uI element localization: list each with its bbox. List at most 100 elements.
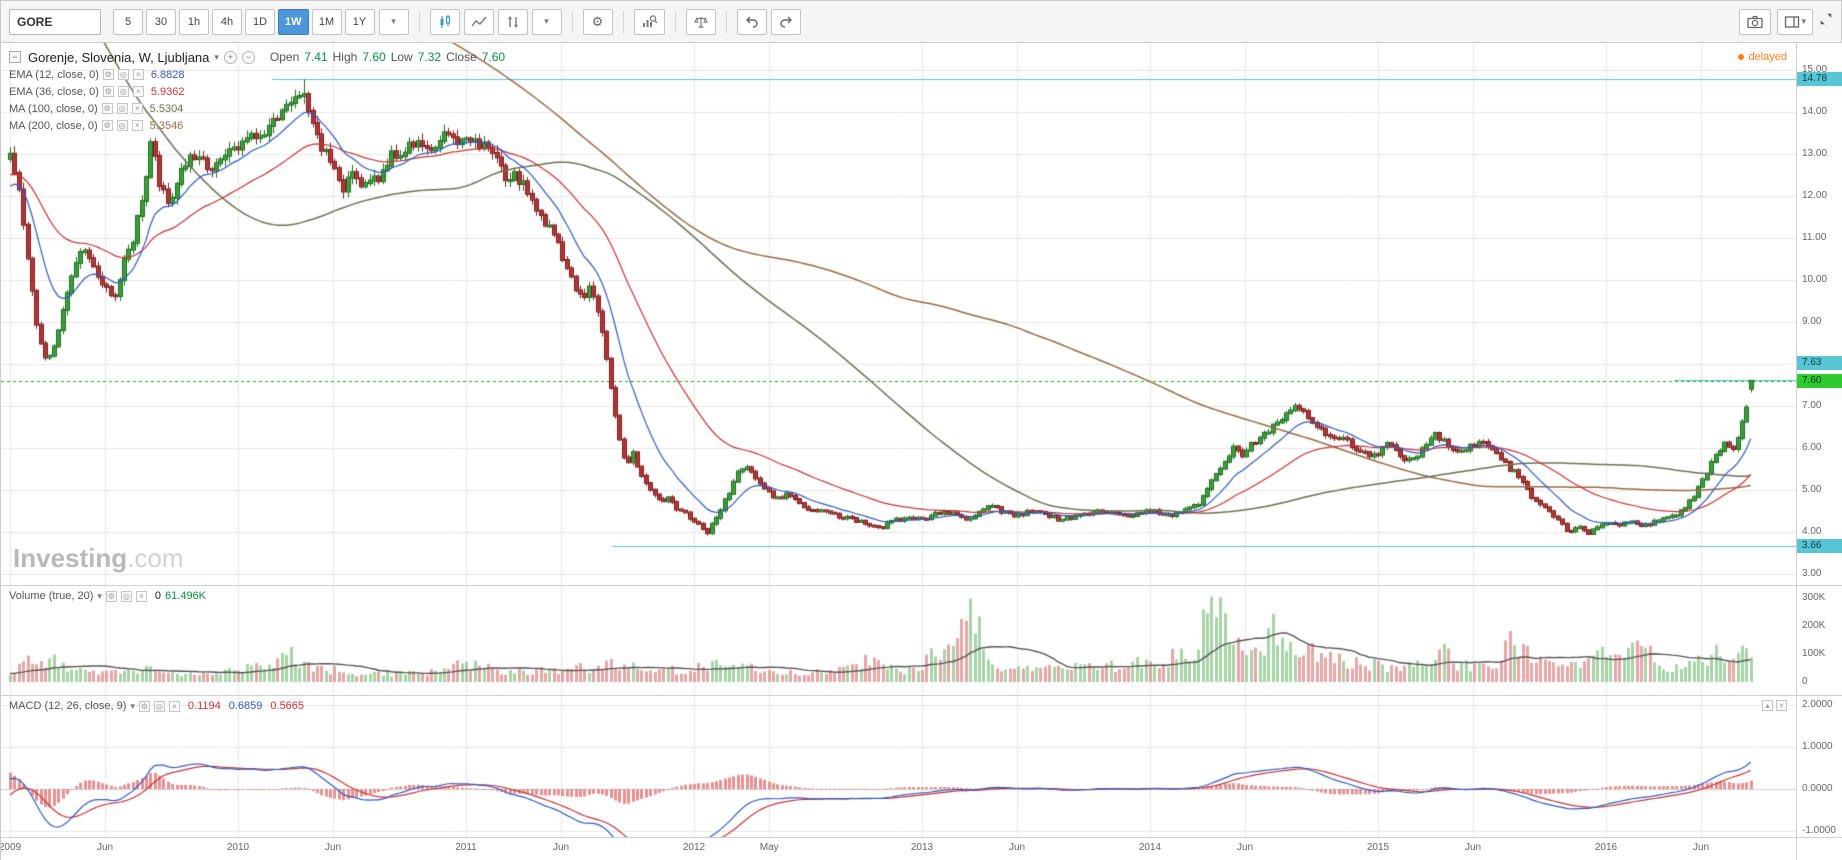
chevron-down-icon: ▾: [1801, 16, 1806, 26]
time-tick: Jun: [553, 842, 570, 853]
indicator-row: EMA (36, close, 0) ⚙ ◎ × 5.9362: [9, 83, 505, 100]
interval-button-1h[interactable]: 1h: [179, 8, 209, 35]
indicator-delete-icon[interactable]: ×: [135, 590, 147, 602]
indicator-label: EMA (12, close, 0): [9, 68, 99, 81]
pane-move-up-icon[interactable]: ▴: [1762, 700, 1773, 711]
ohlc-readout: Open 7.41 High 7.60 Low 7.32 Close 7.60: [270, 50, 505, 64]
interval-button-4h[interactable]: 4h: [212, 8, 242, 35]
settings-button[interactable]: ⚙: [582, 8, 613, 35]
macd-chart-canvas[interactable]: [1, 695, 1796, 837]
interval-button-30[interactable]: 30: [146, 8, 176, 35]
candlestick-chart-button[interactable]: [429, 8, 460, 35]
indicator-delete-icon[interactable]: ×: [131, 120, 143, 131]
indicator-value: 5.9362: [150, 85, 185, 98]
chart-style-dropdown-button[interactable]: ▾: [531, 8, 562, 35]
low-value: 7.32: [417, 50, 442, 64]
price-tick: 5.00: [1802, 484, 1822, 495]
pane-divider[interactable]: [1, 695, 1842, 696]
interval-button-1d[interactable]: 1D: [245, 8, 275, 35]
chart-title-row: − Gorenje, Slovenia, W, Ljubljana ▾ + − …: [9, 48, 505, 66]
indicator-settings-icon[interactable]: ⚙: [138, 700, 150, 712]
indicator-visibility-icon[interactable]: ◎: [117, 86, 129, 97]
time-tick: 2010: [226, 842, 250, 853]
macd-signal-value: 0.5665: [270, 700, 305, 712]
interval-button-1w[interactable]: 1W: [278, 8, 309, 35]
indicator-settings-icon[interactable]: ⚙: [101, 120, 113, 131]
bar-scale-button[interactable]: [497, 8, 528, 35]
bars-arrows-icon: [507, 15, 518, 28]
chevron-down-icon: ▾: [391, 16, 396, 26]
indicator-visibility-icon[interactable]: ◎: [120, 590, 132, 602]
collapse-chart-icon[interactable]: −: [9, 51, 21, 63]
indicator-row: MA (100, close, 0) ⚙ ◎ × 5.5304: [9, 100, 505, 117]
indicator-delete-icon[interactable]: ×: [168, 700, 180, 712]
indicator-settings-icon[interactable]: ⚙: [102, 86, 114, 97]
compare-button[interactable]: [685, 8, 716, 35]
indicator-visibility-icon[interactable]: ◎: [116, 120, 128, 131]
zoom-out-icon[interactable]: −: [241, 50, 255, 64]
indicator-delete-icon[interactable]: ×: [131, 103, 143, 114]
indicators-button[interactable]: [633, 8, 665, 35]
toolbar-separator: [622, 10, 624, 33]
indicator-visibility-icon[interactable]: ◎: [153, 700, 165, 712]
macd-line-value: 0.6859: [228, 700, 263, 712]
top-toolbar: 5301h4h1D1W1M1Y ▾: [1, 1, 1841, 43]
time-tick: Jun: [1237, 842, 1254, 853]
toolbar-separator: [674, 10, 676, 33]
indicator-label: MA (100, close, 0): [9, 102, 98, 115]
volume-tick: 200K: [1802, 620, 1826, 631]
delayed-badge: delayed: [1738, 51, 1787, 63]
indicator-delete-icon[interactable]: ×: [132, 86, 144, 97]
indicator-delete-icon[interactable]: ×: [132, 69, 144, 80]
chevron-down-icon[interactable]: ▾: [130, 701, 135, 712]
fullscreen-button[interactable]: [1819, 12, 1833, 31]
chart-title: Gorenje, Slovenia, W, Ljubljana: [28, 49, 210, 65]
indicator-visibility-icon[interactable]: ◎: [116, 103, 128, 114]
chart-legend: − Gorenje, Slovenia, W, Ljubljana ▾ + − …: [9, 48, 505, 134]
macd-tick: -1.0000: [1802, 825, 1836, 836]
interval-button-5[interactable]: 5: [113, 8, 143, 35]
indicators-icon: [642, 14, 657, 27]
symbol-input[interactable]: [9, 8, 101, 35]
delayed-label: delayed: [1748, 51, 1787, 63]
redo-button[interactable]: [770, 8, 801, 35]
time-tick: 2013: [910, 842, 934, 853]
volume-tick: 100K: [1802, 648, 1826, 659]
high-value: 7.60: [362, 50, 386, 64]
indicator-visibility-icon[interactable]: ◎: [117, 69, 129, 80]
pane-divider[interactable]: [1, 585, 1842, 586]
pane-close-icon[interactable]: ×: [1776, 700, 1787, 711]
macd-tick: 1.0000: [1802, 741, 1833, 752]
time-tick: Jun: [325, 842, 342, 853]
volume-chart-canvas[interactable]: [1, 585, 1796, 695]
line-chart-button[interactable]: [463, 8, 494, 35]
time-axis[interactable]: 2009 Jun 2010 Jun 2011 Jun 2012 May 2013 Jun 2014 J…: [1, 837, 1796, 860]
interval-dropdown-button[interactable]: ▾: [378, 8, 409, 35]
macd-hist-value: 0.1194: [187, 700, 221, 712]
indicator-settings-icon[interactable]: ⚙: [101, 103, 113, 114]
price-tick: 4.00: [1802, 526, 1822, 537]
redo-icon: [779, 16, 792, 28]
chevron-down-icon: ▾: [544, 16, 549, 26]
interval-button-1y[interactable]: 1Y: [344, 8, 375, 35]
pane-divider[interactable]: [1, 837, 1842, 838]
interval-button-1m[interactable]: 1M: [311, 8, 342, 35]
chevron-down-icon[interactable]: ▾: [97, 591, 102, 602]
close-label: Close: [446, 50, 477, 64]
panel-layout-button[interactable]: ▾: [1777, 8, 1813, 35]
zoom-in-icon[interactable]: +: [223, 50, 237, 64]
price-tick: 7.00: [1802, 400, 1822, 411]
indicator-legend: EMA (12, close, 0) ⚙ ◎ × 6.8828 EMA (36, clos…: [9, 66, 505, 134]
screenshot-button[interactable]: [1739, 8, 1772, 35]
price-axis[interactable]: 15.0014.0013.0012.0011.0010.009.008.007.…: [1797, 43, 1842, 860]
indicator-settings-icon[interactable]: ⚙: [105, 590, 117, 602]
indicator-label: EMA (36, close, 0): [9, 85, 99, 98]
chevron-down-icon[interactable]: ▾: [214, 52, 219, 63]
indicator-row: MA (200, close, 0) ⚙ ◎ × 5.3546: [9, 117, 505, 134]
scales-icon: [693, 16, 708, 28]
investing-watermark: Investing.com: [13, 543, 183, 574]
indicator-settings-icon[interactable]: ⚙: [102, 69, 114, 80]
price-tick: 10.00: [1802, 274, 1828, 285]
undo-button[interactable]: [736, 8, 767, 35]
price-tag-14.78: 14.78: [1797, 72, 1842, 87]
